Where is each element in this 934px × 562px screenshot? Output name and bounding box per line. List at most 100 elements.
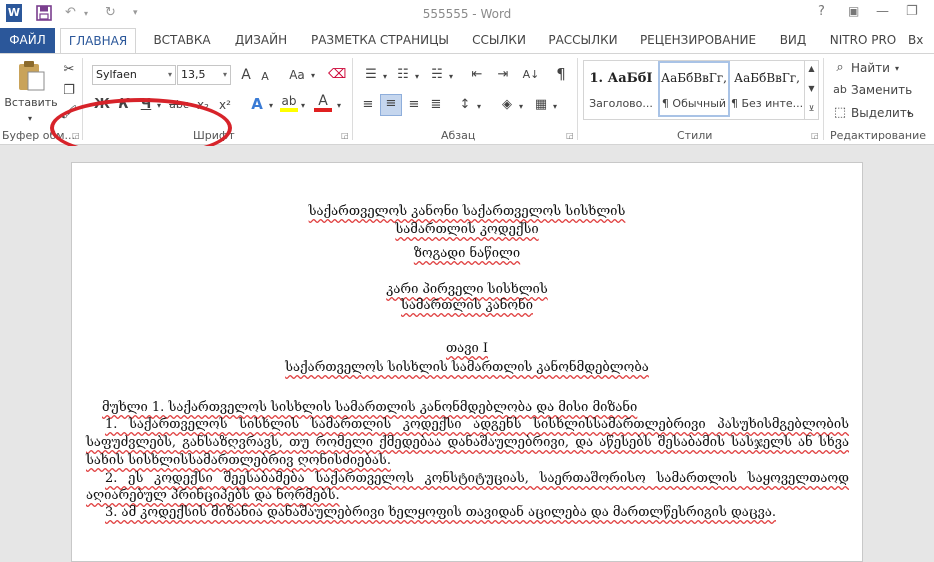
document-page[interactable]: საქართველოს კანონი საქართველოს სისხლის ს… — [71, 162, 863, 562]
paste-dropdown-icon[interactable]: ▾ — [22, 110, 38, 128]
shrink-font-icon[interactable]: A — [258, 68, 272, 86]
clear-formatting-icon[interactable]: ⌫ — [328, 66, 346, 84]
title-bar: W ↶ ▾ ↻ ▾ 555555 - Word ? ▣ — ❐ — [0, 0, 934, 28]
font-color-dropdown-icon[interactable]: ▾ — [334, 97, 344, 115]
ribbon-home: Вставить ▾ ✂ ❐ 🖌 Буфер обм... ◲ Sylfaen … — [0, 53, 934, 158]
superscript-button[interactable]: x² — [216, 96, 234, 114]
tab-more[interactable]: Вх — [908, 28, 934, 53]
change-case-icon[interactable]: Aa — [286, 66, 308, 84]
find-icon[interactable]: ⌕ — [832, 59, 848, 77]
highlight-dropdown-icon[interactable]: ▾ — [298, 97, 308, 115]
select-icon[interactable]: ⬚ — [832, 104, 848, 122]
bullets-dropdown-icon[interactable]: ▾ — [380, 68, 390, 86]
style-normal[interactable]: АаБбВвГг, ¶ Обычный — [658, 61, 730, 117]
sort-icon[interactable]: A↓ — [522, 66, 540, 84]
tab-review[interactable]: РЕЦЕНЗИРОВАНИЕ — [632, 28, 764, 53]
font-size-combo[interactable]: 13,5 ▾ — [177, 65, 231, 85]
doc-chapter-number: თავი I — [445, 341, 488, 356]
tab-page-layout[interactable]: РАЗМЕТКА СТРАНИЦЫ — [300, 28, 460, 53]
copy-icon[interactable]: ❐ — [60, 82, 78, 100]
cut-icon[interactable]: ✂ — [60, 61, 78, 79]
styles-scroll-down-icon[interactable]: ▼ — [804, 80, 818, 100]
replace-button[interactable]: Заменить — [851, 81, 912, 99]
change-case-dropdown-icon[interactable]: ▾ — [308, 67, 318, 85]
grow-font-icon[interactable]: A — [238, 66, 254, 84]
doc-article-heading: მუხლი 1. საქართველოს სისხლის სამართლის კ… — [102, 400, 638, 415]
increase-indent-icon[interactable]: ⇥ — [494, 66, 512, 84]
text-effects-icon[interactable]: A — [248, 95, 266, 113]
find-dropdown-icon[interactable]: ▾ — [892, 60, 902, 78]
doc-chapter-title: საქართველოს სისხლის სამართლის კანონმდებლ… — [285, 360, 649, 375]
highlight-icon[interactable]: ab — [280, 94, 298, 112]
font-size-value: 13,5 — [181, 68, 206, 81]
align-center-icon[interactable]: ≡ — [380, 94, 402, 116]
doc-para2-line2: აღიარებულ პრინციპებს და ნორმებს. — [86, 488, 340, 503]
tab-mailings[interactable]: РАССЫЛКИ — [540, 28, 626, 53]
paste-icon[interactable] — [14, 60, 48, 91]
style-sample: 1. АаБбІ — [589, 71, 653, 86]
ribbon-tabs: ФАЙЛ ГЛАВНАЯ ВСТАВКА ДИЗАЙН РАЗМЕТКА СТР… — [0, 28, 934, 54]
tab-insert[interactable]: ВСТАВКА — [142, 28, 222, 53]
doc-section-line1: კარი პირველი სისხლის — [386, 282, 548, 297]
style-sample: АаБбВвГг, — [661, 71, 727, 85]
line-spacing-icon[interactable]: ↕ — [456, 96, 474, 114]
style-heading1[interactable]: 1. АаБбІ Заголово... — [585, 61, 657, 117]
doc-section-line2: სამართლის კანონი — [401, 298, 533, 313]
font-name-value: Sylfaen — [96, 68, 137, 81]
align-right-icon[interactable]: ≡ — [404, 96, 424, 114]
restore-icon[interactable]: ❐ — [906, 4, 918, 19]
style-no-spacing[interactable]: АаБбВвГг, ¶ Без инте... — [731, 61, 803, 117]
group-divider — [823, 58, 824, 140]
borders-dropdown-icon[interactable]: ▾ — [550, 98, 560, 116]
font-launcher-icon[interactable]: ◲ — [341, 131, 349, 140]
tab-file[interactable]: ФАЙЛ — [0, 28, 55, 53]
bullets-icon[interactable]: ☰ — [362, 66, 380, 84]
doc-title-line2: სამართლის კოდექსი — [395, 222, 539, 237]
show-formatting-icon[interactable]: ¶ — [552, 65, 570, 83]
window-title: 555555 - Word — [422, 7, 512, 21]
select-dropdown-icon[interactable]: ▾ — [904, 105, 914, 123]
decrease-indent-icon[interactable]: ⇤ — [468, 66, 486, 84]
find-button[interactable]: Найти — [851, 59, 890, 77]
doc-para1-line3: სახის სისხლისსამართლებრივ ღონისძიებას. — [86, 453, 391, 468]
doc-general-part: ზოგადი ნაწილი — [413, 246, 521, 261]
minimize-icon[interactable]: — — [876, 4, 889, 19]
numbering-dropdown-icon[interactable]: ▾ — [412, 68, 422, 86]
font-name-combo[interactable]: Sylfaen ▾ — [92, 65, 176, 85]
shading-dropdown-icon[interactable]: ▾ — [516, 98, 526, 116]
doc-para1-line1: 1. საქართველოს სისხლის სამართლის კოდექსი… — [105, 417, 849, 432]
help-icon[interactable]: ? — [818, 4, 825, 19]
editing-group-label: Редактирование — [830, 129, 926, 142]
tab-nitro-pro[interactable]: NITRO PRO — [822, 28, 904, 53]
justify-icon[interactable]: ≣ — [426, 96, 446, 114]
group-divider — [577, 58, 578, 140]
style-name: Заголово... — [589, 97, 653, 110]
font-size-dropdown-icon[interactable]: ▾ — [223, 66, 227, 84]
multilevel-dropdown-icon[interactable]: ▾ — [446, 68, 456, 86]
ribbon-display-options-icon[interactable]: ▣ — [848, 4, 859, 18]
styles-launcher-icon[interactable]: ◲ — [811, 131, 819, 140]
styles-more-icon[interactable]: ⊻ — [804, 100, 818, 120]
align-left-icon[interactable]: ≡ — [358, 96, 378, 114]
tab-design[interactable]: ДИЗАЙН — [228, 28, 294, 53]
numbering-icon[interactable]: ☷ — [394, 66, 412, 84]
font-color-icon[interactable]: A — [314, 94, 332, 112]
styles-scroll-up-icon[interactable]: ▲ — [804, 60, 818, 80]
multilevel-list-icon[interactable]: ☵ — [428, 66, 446, 84]
style-sample: АаБбВвГг, — [734, 71, 800, 85]
font-name-dropdown-icon[interactable]: ▾ — [168, 66, 172, 84]
replace-icon[interactable]: ab — [832, 81, 848, 99]
tab-view[interactable]: ВИД — [770, 28, 816, 53]
line-spacing-dropdown-icon[interactable]: ▾ — [474, 98, 484, 116]
tab-references[interactable]: ССЫЛКИ — [464, 28, 534, 53]
document-area: საქართველოს კანონი საქართველოს სისხლის ს… — [0, 146, 934, 562]
borders-icon[interactable]: ▦ — [532, 96, 550, 114]
tab-home[interactable]: ГЛАВНАЯ — [60, 28, 136, 54]
font-color-letter: A — [318, 93, 328, 109]
shading-icon[interactable]: ◈ — [498, 96, 516, 114]
group-divider — [352, 58, 353, 140]
text-effects-dropdown-icon[interactable]: ▾ — [266, 97, 276, 115]
paragraph-group-label: Абзац — [441, 129, 476, 142]
paragraph-launcher-icon[interactable]: ◲ — [566, 131, 574, 140]
doc-para2-line1: 2. ეს კოდექსი შეესაბამება საქართველოს კო… — [105, 471, 849, 486]
